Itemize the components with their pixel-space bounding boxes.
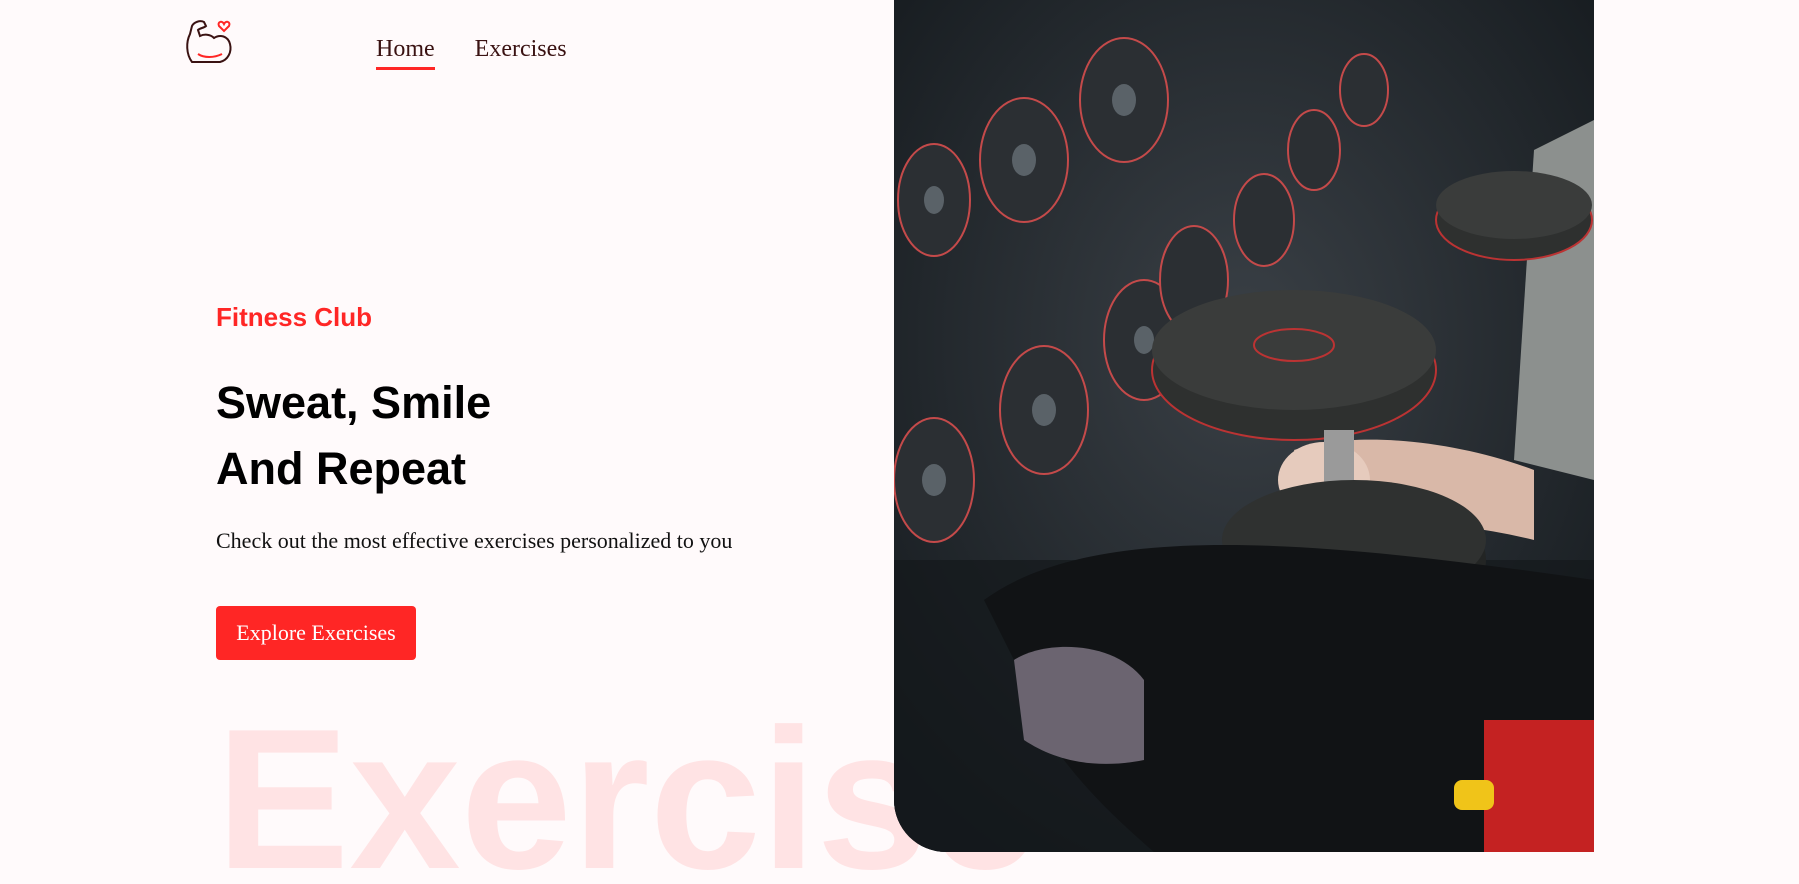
hero-subtitle: Check out the most effective exercises p… bbox=[216, 528, 733, 553]
hero-eyebrow: Fitness Club bbox=[216, 302, 373, 332]
hero-image bbox=[894, 0, 1594, 852]
logo[interactable] bbox=[184, 14, 236, 70]
nav-home-link[interactable]: Home bbox=[376, 36, 435, 70]
explore-exercises-button[interactable]: Explore Exercises bbox=[216, 606, 416, 660]
hero-headline-line2: And Repeat bbox=[216, 443, 467, 494]
main-nav: Home Exercises bbox=[376, 36, 567, 70]
gym-dumbbell-photo bbox=[894, 0, 1594, 852]
nav-exercises-link[interactable]: Exercises bbox=[475, 36, 567, 70]
flexed-arm-heart-icon bbox=[186, 20, 232, 63]
hero-headline-line1: Sweat, Smile bbox=[216, 377, 492, 428]
hero-headline: Sweat, Smile And Repeat bbox=[216, 370, 491, 502]
